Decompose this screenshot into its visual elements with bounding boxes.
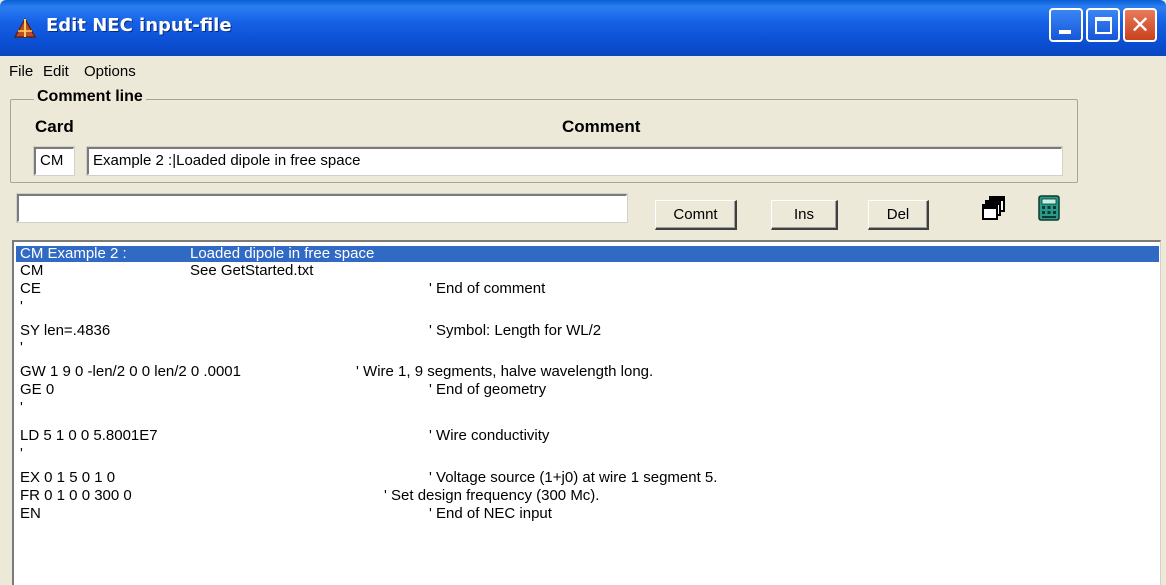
nec-listing[interactable]: CM Example 2 : Loaded dipole in free spac… [12,240,1161,585]
listing-text: See GetStarted.txt [190,262,314,279]
listing-card: ' [20,399,23,416]
listing-card: LD 5 1 0 0 5.8001E7 [20,427,158,444]
listing-card: ' [20,339,23,356]
listing-line[interactable]: EX 0 1 5 0 1 0 ' Voltage source (1+j0) at… [16,470,1159,486]
close-icon: ✕ [1129,11,1151,39]
listing-line[interactable]: ' [16,340,1159,356]
listing-card: SY len=.4836 [20,322,111,339]
listing-line[interactable]: CM See GetStarted.txt [16,263,1159,279]
comment-line-label: Comment line [34,88,146,106]
listing-comment: ' End of geometry [429,381,547,398]
listing-line[interactable]: LD 5 1 0 0 5.8001E7 ' Wire conductivity [16,428,1159,444]
card-header: Card [35,117,74,136]
listing-text: Loaded dipole in free space [190,245,375,262]
listing-card: ' [20,298,23,315]
minimize-icon [1059,30,1071,34]
comment-header: Comment [562,117,641,136]
listing-comment: ' End of NEC input [429,505,552,522]
listing-comment: ' Voltage source (1+j0) at wire 1 segmen… [429,469,718,486]
menu-options[interactable]: Options [84,63,136,80]
menu-file[interactable]: File [9,63,33,80]
listing-line[interactable]: FR 0 1 0 0 300 0 ' Set design frequency (… [16,488,1159,504]
listing-card: ' [20,445,23,462]
listing-card: CE [20,280,41,297]
window-title: Edit NEC input-file [46,15,232,36]
listing-line[interactable]: CE ' End of comment [16,281,1159,297]
maximize-button[interactable] [1086,8,1120,42]
listing-line[interactable]: GW 1 9 0 -len/2 0 0 len/2 0 .0001 ' Wire … [16,364,1159,380]
close-button[interactable]: ✕ [1123,8,1157,42]
listing-card: CM Example 2 : [20,245,127,262]
command-input[interactable] [16,193,628,223]
listing-line[interactable]: ' [16,446,1159,462]
comment-field[interactable]: Example 2 :|Loaded dipole in free space [86,146,1063,176]
listing-card: FR 0 1 0 0 300 0 [20,487,132,504]
menu-edit[interactable]: Edit [43,63,69,80]
listing-card: GW 1 9 0 -len/2 0 0 len/2 0 .0001 [20,363,241,380]
listing-line[interactable]: GE 0 ' End of geometry [16,382,1159,398]
delete-button[interactable]: Del [868,200,929,230]
listing-line[interactable]: CM Example 2 : Loaded dipole in free spac… [16,246,1159,262]
menu-bar: File Edit Options [0,56,1166,86]
listing-comment: ' Wire 1, 9 segments, halve wavelength l… [356,363,654,380]
listing-comment: ' End of comment [429,280,546,297]
listing-card: GE 0 [20,381,55,398]
listing-line[interactable]: ' [16,400,1159,416]
app-icon [13,17,37,38]
listing-comment: ' Set design frequency (300 Mc). [384,487,600,504]
insert-button[interactable]: Ins [771,200,838,230]
listing-line[interactable]: ' [16,299,1159,315]
listing-comment: ' Symbol: Length for WL/2 [429,322,602,339]
comment-button[interactable]: Comnt [655,200,737,230]
maximize-icon [1095,17,1112,34]
card-field[interactable]: CM [33,146,75,176]
listing-card: EX 0 1 5 0 1 0 [20,469,116,486]
listing-comment: ' Wire conductivity [429,427,550,444]
calculator-icon[interactable] [1036,195,1062,221]
listing-line[interactable]: SY len=.4836 ' Symbol: Length for WL/2 [16,323,1159,339]
minimize-button[interactable] [1049,8,1083,42]
listing-card: EN [20,505,41,522]
title-bar[interactable]: Edit NEC input-file ✕ [0,0,1166,56]
listing-card: CM [20,262,44,279]
windows-icon[interactable] [981,195,1007,221]
listing-line[interactable]: EN ' End of NEC input [16,506,1159,522]
